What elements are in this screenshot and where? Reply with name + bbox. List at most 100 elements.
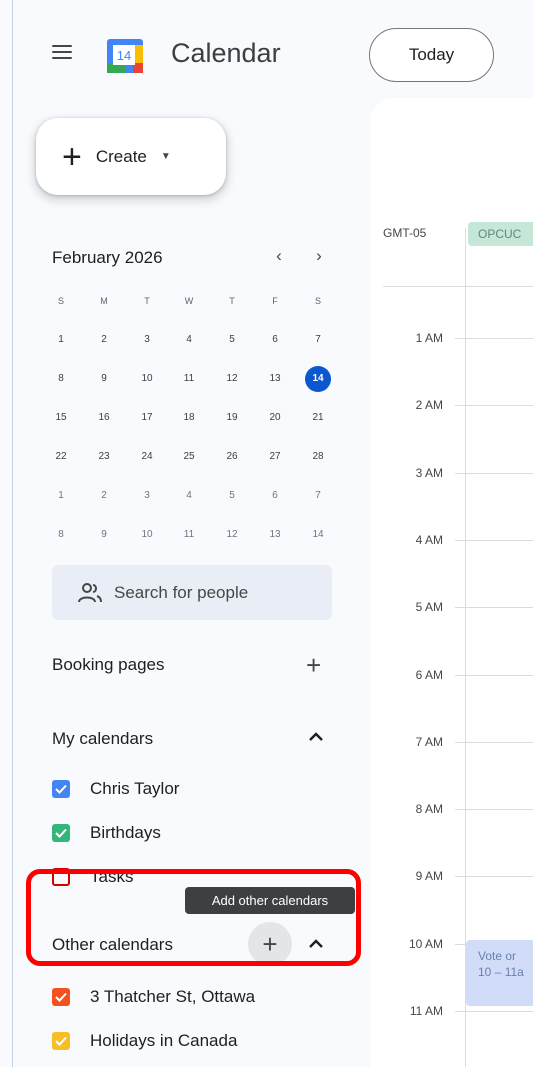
mini-calendar-day[interactable]: 4 bbox=[178, 329, 200, 351]
add-other-calendars-button[interactable]: + bbox=[248, 922, 292, 966]
mini-calendar-day[interactable]: 10 bbox=[136, 368, 158, 390]
mini-calendar-day[interactable]: 6 bbox=[264, 329, 286, 351]
mini-calendar-day[interactable]: 27 bbox=[264, 446, 286, 468]
people-icon bbox=[78, 582, 102, 602]
calendar-logo-icon[interactable]: 14 bbox=[107, 35, 143, 73]
mini-calendar-day[interactable]: 1 bbox=[50, 329, 72, 351]
mini-calendar-day[interactable]: 3 bbox=[136, 329, 158, 351]
mini-calendar-day[interactable]: 5 bbox=[221, 485, 243, 507]
my-calendars-heading[interactable]: My calendars bbox=[52, 729, 153, 749]
hour-label: 1 AM bbox=[415, 331, 443, 345]
hour-gridline bbox=[455, 472, 533, 474]
hour-label: 2 AM bbox=[415, 398, 443, 413]
calendar-item-birthdays[interactable]: Birthdays bbox=[52, 821, 161, 845]
mini-calendar-day[interactable]: 22 bbox=[50, 446, 72, 468]
mini-calendar-day[interactable]: 9 bbox=[93, 524, 115, 546]
hour-gridline bbox=[455, 741, 533, 743]
calendar-item-label: Tasks bbox=[90, 867, 134, 886]
weekday-label: M bbox=[100, 296, 108, 306]
mini-calendar-day[interactable]: 13 bbox=[264, 524, 286, 546]
booking-pages-heading: Booking pages bbox=[52, 655, 165, 674]
hour-gridline bbox=[455, 1011, 533, 1012]
mini-calendar-day[interactable]: 21 bbox=[307, 407, 329, 429]
hour-gridline bbox=[455, 674, 533, 676]
mini-calendar-day[interactable]: 4 bbox=[178, 485, 200, 507]
chevron-up-icon[interactable] bbox=[308, 731, 324, 743]
add-booking-page-icon[interactable]: + bbox=[306, 652, 321, 678]
hour-gridline bbox=[455, 607, 533, 609]
calendar-item-holidays-canada[interactable]: Holidays in Canada bbox=[52, 1029, 237, 1053]
mini-calendar-day[interactable]: 25 bbox=[178, 446, 200, 468]
window-border bbox=[12, 0, 13, 1067]
previous-month-icon[interactable]: ‹ bbox=[268, 246, 290, 266]
search-people-input[interactable]: Search for people bbox=[52, 565, 332, 620]
mini-calendar-day[interactable]: 5 bbox=[221, 329, 243, 351]
mini-calendar-day[interactable]: 7 bbox=[307, 329, 329, 351]
mini-calendar-day[interactable]: 2 bbox=[93, 485, 115, 507]
event-block[interactable]: Vote or 10 – 11a bbox=[466, 940, 533, 1006]
create-label: Create bbox=[95, 146, 147, 166]
chevron-up-icon[interactable] bbox=[308, 938, 324, 950]
mini-calendar-day[interactable]: 23 bbox=[93, 446, 115, 468]
mini-calendar-day[interactable]: 24 bbox=[136, 446, 158, 468]
calendar-item-tasks[interactable]: Tasks bbox=[52, 865, 133, 889]
mini-calendar-day[interactable]: 18 bbox=[178, 407, 200, 429]
calendar-item-thatcher-st[interactable]: 3 Thatcher St, Ottawa bbox=[52, 985, 255, 1009]
weekday-label: T bbox=[144, 296, 150, 306]
hour-label: 5 AM bbox=[415, 600, 443, 615]
checkbox-checked-icon[interactable] bbox=[52, 1032, 70, 1050]
app-title: Calendar bbox=[171, 38, 281, 68]
weekday-label: S bbox=[314, 296, 321, 306]
mini-calendar-day[interactable]: 8 bbox=[50, 368, 72, 390]
timezone-label: GMT-05 bbox=[383, 226, 427, 240]
mini-calendar-day[interactable]: 1 bbox=[50, 485, 72, 507]
mini-calendar-day[interactable]: 6 bbox=[264, 485, 286, 507]
calendar-app: 14 Calendar Today + Create ▼ February 20… bbox=[0, 0, 533, 1067]
create-button[interactable]: + Create ▼ bbox=[36, 118, 226, 195]
mini-calendar-day[interactable]: 17 bbox=[136, 407, 158, 429]
mini-calendar-day[interactable]: 10 bbox=[136, 524, 158, 546]
mini-calendar-day[interactable]: 26 bbox=[221, 446, 243, 468]
mini-calendar-day[interactable]: 28 bbox=[307, 446, 329, 468]
allday-event-chip[interactable]: OPCUC bbox=[468, 222, 533, 246]
logo-day-number: 14 bbox=[117, 48, 131, 63]
search-placeholder: Search for people bbox=[114, 582, 249, 602]
mini-calendar-day[interactable]: 14 bbox=[307, 524, 329, 546]
mini-calendar-day[interactable]: 11 bbox=[178, 368, 200, 390]
mini-calendar-day[interactable]: 8 bbox=[50, 524, 72, 546]
main-menu-icon[interactable] bbox=[52, 45, 72, 61]
checkbox-checked-icon[interactable] bbox=[52, 780, 70, 798]
next-month-icon[interactable]: › bbox=[308, 246, 330, 266]
mini-calendar-day[interactable]: 2 bbox=[93, 329, 115, 351]
mini-calendar-day[interactable]: 15 bbox=[50, 407, 72, 429]
hour-label: 6 AM bbox=[415, 667, 443, 682]
calendar-item-chris-taylor[interactable]: Chris Taylor bbox=[52, 777, 179, 801]
mini-calendar-day[interactable]: 11 bbox=[178, 524, 200, 546]
calendar-item-label: Holidays in Canada bbox=[90, 1031, 238, 1050]
mini-calendar-day[interactable]: 3 bbox=[136, 485, 158, 507]
mini-calendar-day[interactable]: 12 bbox=[221, 524, 243, 546]
checkbox-unchecked-icon[interactable] bbox=[52, 868, 70, 886]
calendar-item-label: 3 Thatcher St, Ottawa bbox=[90, 987, 256, 1006]
calendar-item-label: Birthdays bbox=[90, 823, 161, 842]
hour-gridline bbox=[455, 876, 533, 878]
hour-label: 9 AM bbox=[415, 869, 443, 884]
checkbox-checked-icon[interactable] bbox=[52, 988, 70, 1006]
mini-calendar-month: February 2026 bbox=[52, 248, 163, 267]
mini-calendar-day[interactable]: 7 bbox=[307, 485, 329, 507]
mini-calendar-day[interactable]: 9 bbox=[93, 368, 115, 390]
other-calendars-heading[interactable]: Other calendars bbox=[52, 935, 173, 955]
today-button[interactable]: Today bbox=[369, 28, 494, 82]
caret-down-icon: ▼ bbox=[160, 151, 171, 162]
hour-label: 10 AM bbox=[408, 936, 443, 951]
mini-calendar-day[interactable]: 12 bbox=[221, 368, 243, 390]
tooltip: Add other calendars bbox=[185, 887, 355, 914]
mini-calendar-today[interactable]: 14 bbox=[305, 366, 331, 392]
mini-calendar-day[interactable]: 19 bbox=[221, 407, 243, 429]
mini-calendar-day[interactable]: 13 bbox=[264, 368, 286, 390]
mini-calendar-day[interactable]: 16 bbox=[93, 407, 115, 429]
plus-icon: + bbox=[62, 137, 82, 176]
checkbox-checked-icon[interactable] bbox=[52, 824, 70, 842]
hour-gridline bbox=[455, 405, 533, 407]
mini-calendar-day[interactable]: 20 bbox=[264, 407, 286, 429]
